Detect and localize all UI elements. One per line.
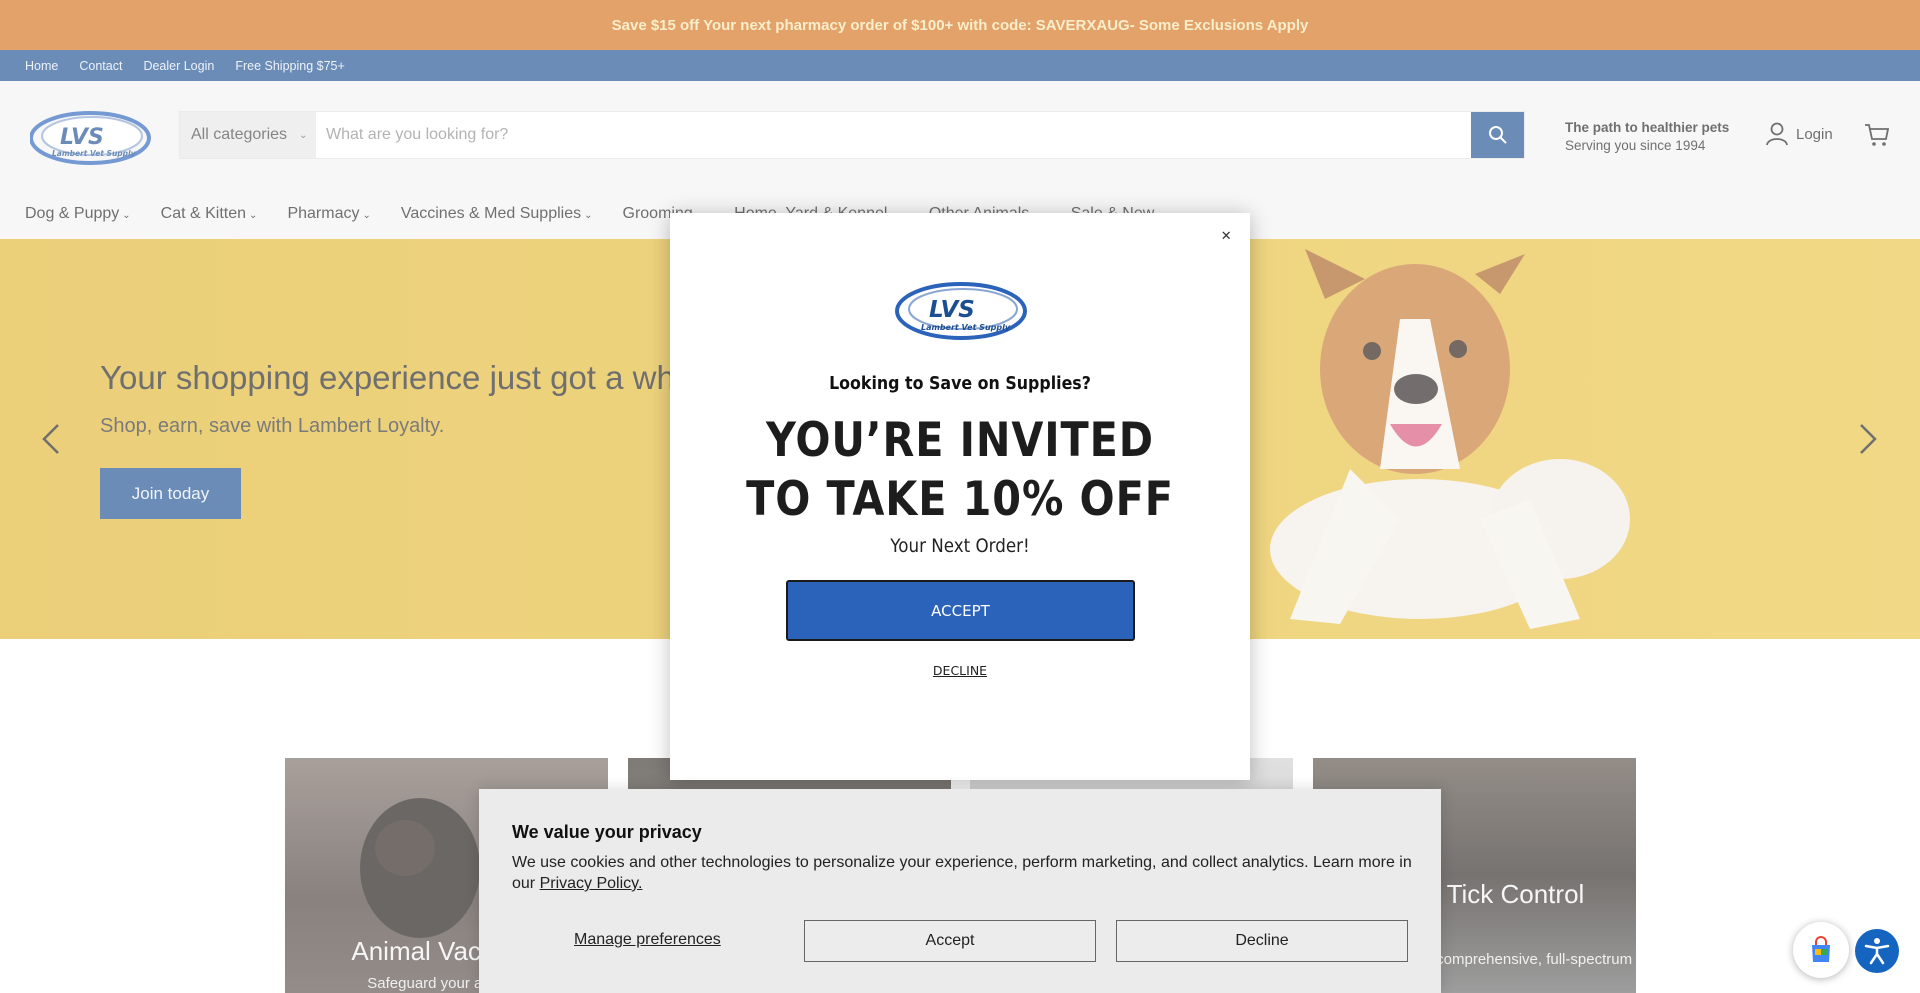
shopping-bag-icon <box>1812 936 1830 962</box>
close-icon[interactable]: ✕ <box>1221 225 1231 244</box>
accessibility-icon <box>1864 938 1890 965</box>
popup-headline-line-1: YOU’RE INVITED <box>766 413 1154 468</box>
discount-popup: ✕ LVS Lambert Vet Supply Looking to Save… <box>670 213 1250 780</box>
privacy-accept-button[interactable]: Accept <box>804 920 1096 962</box>
popup-headline-line-2: TO TAKE 10% OFF <box>746 472 1174 527</box>
privacy-decline-button[interactable]: Decline <box>1116 920 1408 962</box>
privacy-policy-link[interactable]: Privacy Policy. <box>540 875 643 892</box>
svg-text:Lambert Vet Supply: Lambert Vet Supply <box>921 323 1011 332</box>
popup-question: Looking to Save on Supplies? <box>829 373 1091 394</box>
privacy-text: We use cookies and other technologies to… <box>512 854 1412 892</box>
privacy-title: We value your privacy <box>512 822 702 842</box>
popup-accept-button[interactable]: ACCEPT <box>786 580 1135 641</box>
popup-next-order: Your Next Order! <box>890 535 1030 557</box>
accessibility-button[interactable] <box>1855 929 1899 973</box>
privacy-banner: We value your privacy We use cookies and… <box>479 789 1441 993</box>
shop-app-button[interactable] <box>1793 922 1849 978</box>
popup-decline-link[interactable]: DECLINE <box>670 663 1250 678</box>
popup-headline: YOU’RE INVITED TO TAKE 10% OFF <box>705 411 1215 529</box>
manage-preferences-link[interactable]: Manage preferences <box>574 931 721 949</box>
popup-logo: LVS Lambert Vet Supply <box>895 281 1027 345</box>
svg-text:LVS: LVS <box>929 297 975 323</box>
